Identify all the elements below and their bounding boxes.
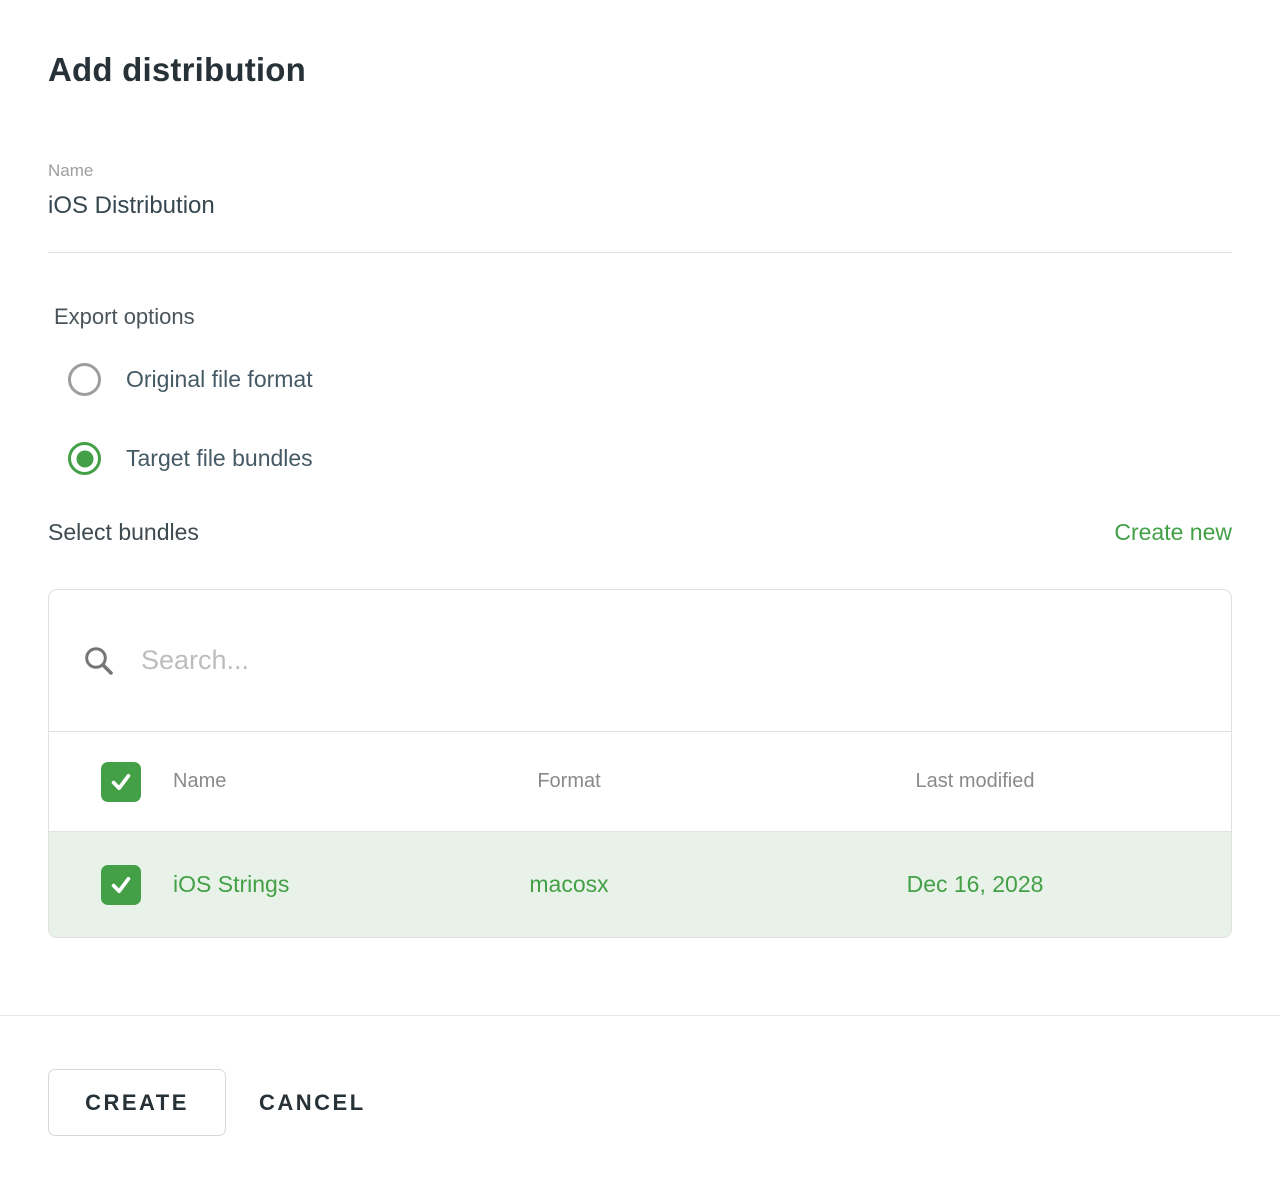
- cell-bundle-name: iOS Strings: [173, 871, 419, 898]
- check-icon: [108, 769, 134, 795]
- page-title: Add distribution: [48, 0, 1232, 90]
- check-icon: [108, 872, 134, 898]
- add-distribution-dialog: Add distribution Name Export options Ori…: [0, 0, 1280, 1188]
- column-header-name: Name: [173, 770, 419, 793]
- cancel-button[interactable]: CANCEL: [259, 1090, 366, 1116]
- name-field-label: Name: [48, 161, 1232, 181]
- radio-target-file-bundles[interactable]: Target file bundles: [68, 442, 1232, 475]
- search-input[interactable]: [139, 644, 1199, 677]
- select-bundles-header: Select bundles Create new: [48, 519, 1232, 546]
- select-bundles-label: Select bundles: [48, 519, 199, 546]
- column-header-format: Format: [419, 770, 719, 793]
- bundles-panel: Name Format Last modified iOS Strings ma…: [48, 589, 1232, 938]
- dialog-actions: CREATE CANCEL: [0, 1069, 1280, 1136]
- create-button[interactable]: CREATE: [48, 1069, 226, 1136]
- select-all-checkbox[interactable]: [101, 762, 141, 802]
- search-icon: [81, 643, 117, 679]
- row-checkbox[interactable]: [101, 865, 141, 905]
- radio-icon[interactable]: [68, 442, 101, 475]
- bundle-search-row: [49, 590, 1231, 732]
- table-row[interactable]: iOS Strings macosx Dec 16, 2028: [49, 832, 1231, 937]
- table-header-row: Name Format Last modified: [49, 732, 1231, 832]
- name-input[interactable]: [48, 190, 1232, 253]
- cell-bundle-format: macosx: [419, 871, 719, 898]
- radio-icon[interactable]: [68, 363, 101, 396]
- column-header-last-modified: Last modified: [719, 770, 1231, 793]
- radio-original-file-format[interactable]: Original file format: [68, 363, 1232, 396]
- export-options-label: Export options: [48, 303, 1232, 331]
- footer-divider: [0, 1015, 1280, 1016]
- radio-target-file-bundles-label: Target file bundles: [126, 445, 313, 472]
- cell-bundle-last-modified: Dec 16, 2028: [719, 871, 1231, 898]
- radio-original-file-format-label: Original file format: [126, 366, 313, 393]
- create-new-link[interactable]: Create new: [1114, 519, 1232, 546]
